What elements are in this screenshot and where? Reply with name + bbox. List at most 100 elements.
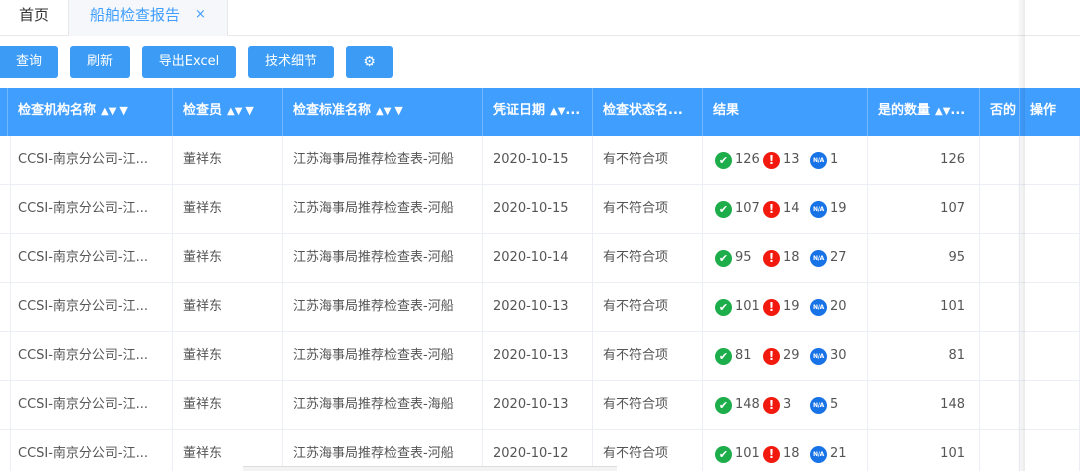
header-result[interactable]: 结果 — [703, 88, 868, 136]
result-ok: ✔ 126 — [715, 136, 760, 184]
header-cut-column — [0, 88, 8, 136]
exclamation-circle-icon: ! — [763, 151, 780, 169]
table-row[interactable]: CCSI-南京分公司-江... 董祥东 江苏海事局推荐检查表-河船 2020-10-1… — [0, 332, 1080, 381]
inspector-cell: 董祥东 — [173, 234, 283, 282]
ok-count: 101 — [735, 446, 760, 461]
na-circle-icon: N/A — [810, 298, 827, 316]
yes-count-cell: 101 — [868, 430, 980, 471]
warn-count: 13 — [783, 152, 800, 167]
ok-count: 101 — [735, 299, 760, 314]
org-cell: CCSI-南京分公司-江... — [8, 185, 173, 233]
table-row[interactable]: CCSI-南京分公司-江... 董祥东 江苏海事局推荐检查表-河船 2020-10-1… — [0, 234, 1080, 283]
ops-cell: 观察项 — [1020, 381, 1080, 429]
no-count-cell — [980, 136, 1020, 184]
ok-count: 81 — [735, 348, 752, 363]
yes-count-cell: 81 — [868, 332, 980, 380]
result-na: N/A 1 — [810, 136, 838, 184]
no-count-cell — [980, 185, 1020, 233]
sort-icon[interactable]: ▲▼ — [935, 106, 950, 117]
no-count-cell — [980, 234, 1020, 282]
header-status[interactable]: 检查状态名... — [593, 88, 703, 136]
na-circle-icon: N/A — [810, 200, 827, 218]
header-no-count[interactable]: 否的 — [980, 88, 1020, 136]
standard-cell: 江苏海事局推荐检查表-河船 — [283, 430, 483, 471]
ops-cell: 观察项 — [1020, 234, 1080, 282]
ok-count: 95 — [735, 250, 752, 265]
header-org[interactable]: 检查机构名称 ▲▼ ▼ — [8, 88, 173, 136]
sort-icon[interactable]: ▲▼ — [550, 106, 565, 117]
tech-details-button[interactable]: 技术细节 — [248, 46, 334, 78]
table-row[interactable]: CCSI-南京分公司-江... 董祥东 江苏海事局推荐检查表-河船 2020-10-1… — [0, 283, 1080, 332]
check-circle-icon: ✔ — [715, 200, 732, 218]
result-ok: ✔ 81 — [715, 332, 752, 380]
date-cell: 2020-10-15 — [483, 185, 593, 233]
result-cell: ✔ 101! 19 N/A 20 — [703, 283, 868, 331]
status-cell: 有不符合项 — [593, 332, 703, 380]
result-cell: ✔ 101! 18 N/A 21 — [703, 430, 868, 471]
na-count: 1 — [830, 152, 839, 167]
na-count: 19 — [830, 201, 847, 216]
ops-cell: 观察项 — [1020, 430, 1080, 471]
result-na: N/A 30 — [810, 332, 847, 380]
org-cell: CCSI-南京分公司-江... — [8, 430, 173, 471]
date-cell: 2020-10-15 — [483, 136, 593, 184]
ok-count: 126 — [735, 152, 760, 167]
tab-active-label: 船舶检查报告 — [90, 6, 181, 24]
result-cell: ✔ 126! 13 N/A 1 — [703, 136, 868, 184]
na-count: 27 — [830, 250, 847, 265]
org-cell: CCSI-南京分公司-江... — [8, 136, 173, 184]
inspector-cell: 董祥东 — [173, 283, 283, 331]
yes-count-cell: 101 — [868, 283, 980, 331]
header-inspector[interactable]: 检查员 ▲▼ ▼ — [173, 88, 283, 136]
inspector-cell: 董祥东 — [173, 381, 283, 429]
result-ok: ✔ 101 — [715, 430, 760, 471]
header-inspector-label: 检查员 — [183, 103, 223, 118]
sort-icon[interactable]: ▲▼ — [376, 106, 391, 117]
table-row[interactable]: CCSI-南京分公司-江... 董祥东 江苏海事局推荐检查表-河船 2020-10-1… — [0, 430, 1080, 471]
result-na: N/A 20 — [810, 283, 847, 331]
table-header: 检查机构名称 ▲▼ ▼ 检查员 ▲▼ ▼ 检查标准名称 ▲▼ ▼ 凭证日期 ▲▼... 检查状… — [0, 88, 1080, 136]
tab-home[interactable]: 首页 — [0, 0, 68, 36]
close-icon[interactable]: × — [195, 0, 206, 30]
filter-icon[interactable]: ▼ — [245, 104, 253, 117]
na-count: 30 — [830, 348, 847, 363]
ok-count: 107 — [735, 201, 760, 216]
result-warn: ! 14 — [763, 185, 800, 233]
header-org-label: 检查机构名称 — [18, 103, 97, 118]
header-no-label: 否的 — [990, 103, 1017, 118]
sort-icon[interactable]: ▲▼ — [101, 106, 116, 117]
na-circle-icon: N/A — [810, 347, 827, 365]
header-standard[interactable]: 检查标准名称 ▲▼ ▼ — [283, 88, 483, 136]
table-row[interactable]: CCSI-南京分公司-江... 董祥东 江苏海事局推荐检查表-河船 2020-10-1… — [0, 136, 1080, 185]
yes-count-cell: 95 — [868, 234, 980, 282]
header-yes-count[interactable]: 是的数量 ▲▼... — [868, 88, 980, 136]
filter-icon[interactable]: ▼ — [119, 104, 127, 117]
horizontal-scrollbar[interactable] — [243, 466, 617, 471]
sort-icon[interactable]: ▲▼ — [227, 106, 242, 117]
na-count: 20 — [830, 299, 847, 314]
exclamation-circle-icon: ! — [763, 347, 780, 365]
header-date[interactable]: 凭证日期 ▲▼... — [483, 88, 593, 136]
na-circle-icon: N/A — [810, 445, 827, 463]
settings-button[interactable]: ⚙ — [346, 46, 393, 78]
date-cell: 2020-10-13 — [483, 332, 593, 380]
na-circle-icon: N/A — [810, 249, 827, 267]
result-ok: ✔ 148 — [715, 381, 760, 429]
tab-ship-inspection-report[interactable]: 船舶检查报告 × — [68, 0, 228, 36]
yes-count-cell: 107 — [868, 185, 980, 233]
refresh-button[interactable]: 刷新 — [70, 46, 130, 78]
filter-icon[interactable]: ▼ — [394, 104, 402, 117]
na-count: 21 — [830, 446, 847, 461]
tab-home-label: 首页 — [18, 6, 49, 24]
table-row[interactable]: CCSI-南京分公司-江... 董祥东 江苏海事局推荐检查表-海船 2020-10-1… — [0, 381, 1080, 430]
table-row[interactable]: CCSI-南京分公司-江... 董祥东 江苏海事局推荐检查表-河船 2020-10-1… — [0, 185, 1080, 234]
inspector-cell: 董祥东 — [173, 185, 283, 233]
query-button[interactable]: 查询 — [0, 46, 58, 78]
date-cell: 2020-10-14 — [483, 234, 593, 282]
standard-cell: 江苏海事局推荐检查表-河船 — [283, 185, 483, 233]
warn-count: 19 — [783, 299, 800, 314]
header-date-label: 凭证日期 — [493, 103, 546, 118]
export-excel-button[interactable]: 导出Excel — [142, 46, 236, 78]
result-ok: ✔ 95 — [715, 234, 752, 282]
org-cell: CCSI-南京分公司-江... — [8, 234, 173, 282]
